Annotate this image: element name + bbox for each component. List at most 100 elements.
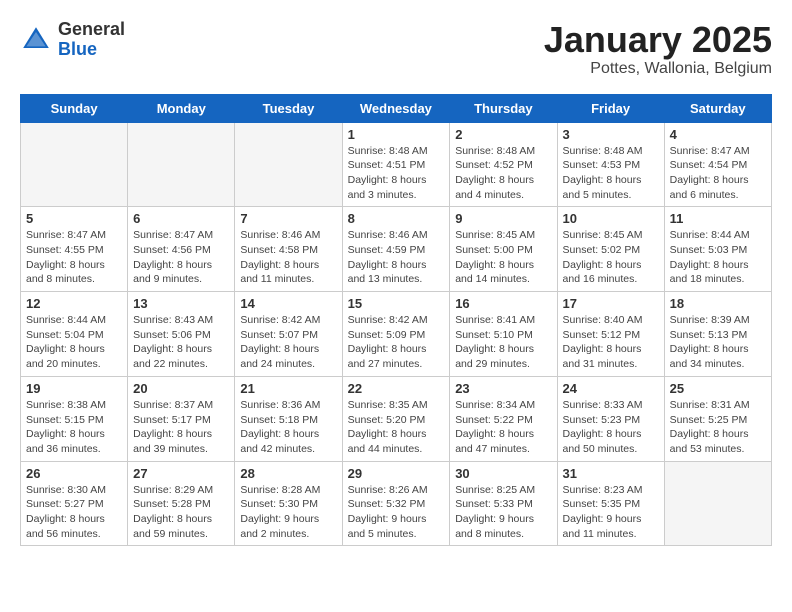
day-number: 24: [563, 381, 659, 396]
calendar-day-cell: 3 Sunrise: 8:48 AM Sunset: 4:53 PM Daylig…: [557, 122, 664, 207]
day-number: 20: [133, 381, 229, 396]
calendar-day-cell: 21 Sunrise: 8:36 AM Sunset: 5:18 PM Dayli…: [235, 376, 342, 461]
calendar-day-cell: 13 Sunrise: 8:43 AM Sunset: 5:06 PM Dayli…: [128, 292, 235, 377]
day-number: 2: [455, 127, 551, 142]
day-info: Sunrise: 8:47 AM Sunset: 4:55 PM Dayligh…: [26, 228, 122, 287]
calendar-day-cell: 1 Sunrise: 8:48 AM Sunset: 4:51 PM Daylig…: [342, 122, 450, 207]
calendar-day-cell: 8Sunrise: 8:46 AM Sunset: 4:59 PM Daylig…: [342, 207, 450, 292]
day-info: Sunrise: 8:33 AM Sunset: 5:23 PM Dayligh…: [563, 398, 659, 457]
day-info: Sunrise: 8:30 AM Sunset: 5:27 PM Dayligh…: [26, 483, 122, 542]
day-number: 25: [670, 381, 766, 396]
weekday-header-row: SundayMondayTuesdayWednesdayThursdayFrid…: [21, 94, 772, 122]
day-info: Sunrise: 8:45 AM Sunset: 5:00 PM Dayligh…: [455, 228, 551, 287]
day-info: Sunrise: 8:36 AM Sunset: 5:18 PM Dayligh…: [240, 398, 336, 457]
weekday-header-tuesday: Tuesday: [235, 94, 342, 122]
calendar-day-cell: 17 Sunrise: 8:40 AM Sunset: 5:12 PM Dayli…: [557, 292, 664, 377]
day-number: 29: [348, 466, 445, 481]
day-info: Sunrise: 8:45 AM Sunset: 5:02 PM Dayligh…: [563, 228, 659, 287]
day-number: 28: [240, 466, 336, 481]
day-number: 31: [563, 466, 659, 481]
weekday-header-friday: Friday: [557, 94, 664, 122]
calendar-day-cell: 12Sunrise: 8:44 AM Sunset: 5:04 PM Dayli…: [21, 292, 128, 377]
calendar-day-cell: 5 Sunrise: 8:47 AM Sunset: 4:55 PM Daylig…: [21, 207, 128, 292]
day-info: Sunrise: 8:48 AM Sunset: 4:51 PM Dayligh…: [348, 144, 445, 203]
calendar-day-cell: 18 Sunrise: 8:39 AM Sunset: 5:13 PM Dayli…: [664, 292, 771, 377]
day-number: 13: [133, 296, 229, 311]
day-info: Sunrise: 8:23 AM Sunset: 5:35 PM Dayligh…: [563, 483, 659, 542]
calendar-day-cell: 4 Sunrise: 8:47 AM Sunset: 4:54 PM Daylig…: [664, 122, 771, 207]
calendar-day-cell: 11Sunrise: 8:44 AM Sunset: 5:03 PM Dayli…: [664, 207, 771, 292]
day-number: 9: [455, 211, 551, 226]
calendar-day-cell: 27Sunrise: 8:29 AM Sunset: 5:28 PM Dayli…: [128, 461, 235, 546]
calendar-day-cell: 16 Sunrise: 8:41 AM Sunset: 5:10 PM Dayli…: [450, 292, 557, 377]
day-number: 14: [240, 296, 336, 311]
calendar-week-row: 26Sunrise: 8:30 AM Sunset: 5:27 PM Dayli…: [21, 461, 772, 546]
day-number: 12: [26, 296, 122, 311]
day-number: 6: [133, 211, 229, 226]
day-info: Sunrise: 8:39 AM Sunset: 5:13 PM Dayligh…: [670, 313, 766, 372]
calendar-day-cell: 30Sunrise: 8:25 AM Sunset: 5:33 PM Dayli…: [450, 461, 557, 546]
calendar-day-cell: [664, 461, 771, 546]
day-info: Sunrise: 8:42 AM Sunset: 5:07 PM Dayligh…: [240, 313, 336, 372]
calendar-day-cell: 29 Sunrise: 8:26 AM Sunset: 5:32 PM Dayli…: [342, 461, 450, 546]
day-number: 22: [348, 381, 445, 396]
day-number: 10: [563, 211, 659, 226]
calendar-day-cell: 26Sunrise: 8:30 AM Sunset: 5:27 PM Dayli…: [21, 461, 128, 546]
calendar-week-row: 1 Sunrise: 8:48 AM Sunset: 4:51 PM Daylig…: [21, 122, 772, 207]
day-info: Sunrise: 8:47 AM Sunset: 4:54 PM Dayligh…: [670, 144, 766, 203]
day-info: Sunrise: 8:35 AM Sunset: 5:20 PM Dayligh…: [348, 398, 445, 457]
day-number: 19: [26, 381, 122, 396]
day-number: 21: [240, 381, 336, 396]
day-info: Sunrise: 8:29 AM Sunset: 5:28 PM Dayligh…: [133, 483, 229, 542]
calendar-day-cell: 10 Sunrise: 8:45 AM Sunset: 5:02 PM Dayli…: [557, 207, 664, 292]
calendar-day-cell: 31 Sunrise: 8:23 AM Sunset: 5:35 PM Dayli…: [557, 461, 664, 546]
day-info: Sunrise: 8:46 AM Sunset: 4:58 PM Dayligh…: [240, 228, 336, 287]
calendar-week-row: 19 Sunrise: 8:38 AM Sunset: 5:15 PM Dayli…: [21, 376, 772, 461]
calendar-table: SundayMondayTuesdayWednesdayThursdayFrid…: [20, 94, 772, 547]
calendar-day-cell: 25 Sunrise: 8:31 AM Sunset: 5:25 PM Dayli…: [664, 376, 771, 461]
weekday-header-saturday: Saturday: [664, 94, 771, 122]
calendar-day-cell: 24 Sunrise: 8:33 AM Sunset: 5:23 PM Dayli…: [557, 376, 664, 461]
day-number: 3: [563, 127, 659, 142]
calendar-day-cell: 23Sunrise: 8:34 AM Sunset: 5:22 PM Dayli…: [450, 376, 557, 461]
calendar-week-row: 12Sunrise: 8:44 AM Sunset: 5:04 PM Dayli…: [21, 292, 772, 377]
day-info: Sunrise: 8:48 AM Sunset: 4:53 PM Dayligh…: [563, 144, 659, 203]
day-number: 5: [26, 211, 122, 226]
day-info: Sunrise: 8:41 AM Sunset: 5:10 PM Dayligh…: [455, 313, 551, 372]
logo-blue: Blue: [58, 40, 125, 60]
day-number: 4: [670, 127, 766, 142]
day-info: Sunrise: 8:47 AM Sunset: 4:56 PM Dayligh…: [133, 228, 229, 287]
calendar-day-cell: 19 Sunrise: 8:38 AM Sunset: 5:15 PM Dayli…: [21, 376, 128, 461]
calendar-day-cell: [21, 122, 128, 207]
calendar-subtitle: Pottes, Wallonia, Belgium: [544, 60, 772, 78]
day-info: Sunrise: 8:40 AM Sunset: 5:12 PM Dayligh…: [563, 313, 659, 372]
weekday-header-wednesday: Wednesday: [342, 94, 450, 122]
day-number: 30: [455, 466, 551, 481]
calendar-day-cell: [128, 122, 235, 207]
calendar-day-cell: 9 Sunrise: 8:45 AM Sunset: 5:00 PM Daylig…: [450, 207, 557, 292]
day-number: 17: [563, 296, 659, 311]
day-info: Sunrise: 8:44 AM Sunset: 5:03 PM Dayligh…: [670, 228, 766, 287]
day-number: 16: [455, 296, 551, 311]
day-number: 8: [348, 211, 445, 226]
page-header: General Blue January 2025 Pottes, Wallon…: [20, 20, 772, 78]
day-info: Sunrise: 8:48 AM Sunset: 4:52 PM Dayligh…: [455, 144, 551, 203]
day-number: 1: [348, 127, 445, 142]
day-info: Sunrise: 8:38 AM Sunset: 5:15 PM Dayligh…: [26, 398, 122, 457]
day-number: 18: [670, 296, 766, 311]
day-info: Sunrise: 8:28 AM Sunset: 5:30 PM Dayligh…: [240, 483, 336, 542]
calendar-day-cell: 20 Sunrise: 8:37 AM Sunset: 5:17 PM Dayli…: [128, 376, 235, 461]
day-info: Sunrise: 8:37 AM Sunset: 5:17 PM Dayligh…: [133, 398, 229, 457]
day-number: 23: [455, 381, 551, 396]
calendar-day-cell: 14 Sunrise: 8:42 AM Sunset: 5:07 PM Dayli…: [235, 292, 342, 377]
day-info: Sunrise: 8:43 AM Sunset: 5:06 PM Dayligh…: [133, 313, 229, 372]
day-info: Sunrise: 8:26 AM Sunset: 5:32 PM Dayligh…: [348, 483, 445, 542]
weekday-header-thursday: Thursday: [450, 94, 557, 122]
title-block: January 2025 Pottes, Wallonia, Belgium: [544, 20, 772, 78]
logo-icon: [20, 24, 52, 56]
day-info: Sunrise: 8:31 AM Sunset: 5:25 PM Dayligh…: [670, 398, 766, 457]
weekday-header-sunday: Sunday: [21, 94, 128, 122]
weekday-header-monday: Monday: [128, 94, 235, 122]
day-number: 15: [348, 296, 445, 311]
calendar-day-cell: 15Sunrise: 8:42 AM Sunset: 5:09 PM Dayli…: [342, 292, 450, 377]
